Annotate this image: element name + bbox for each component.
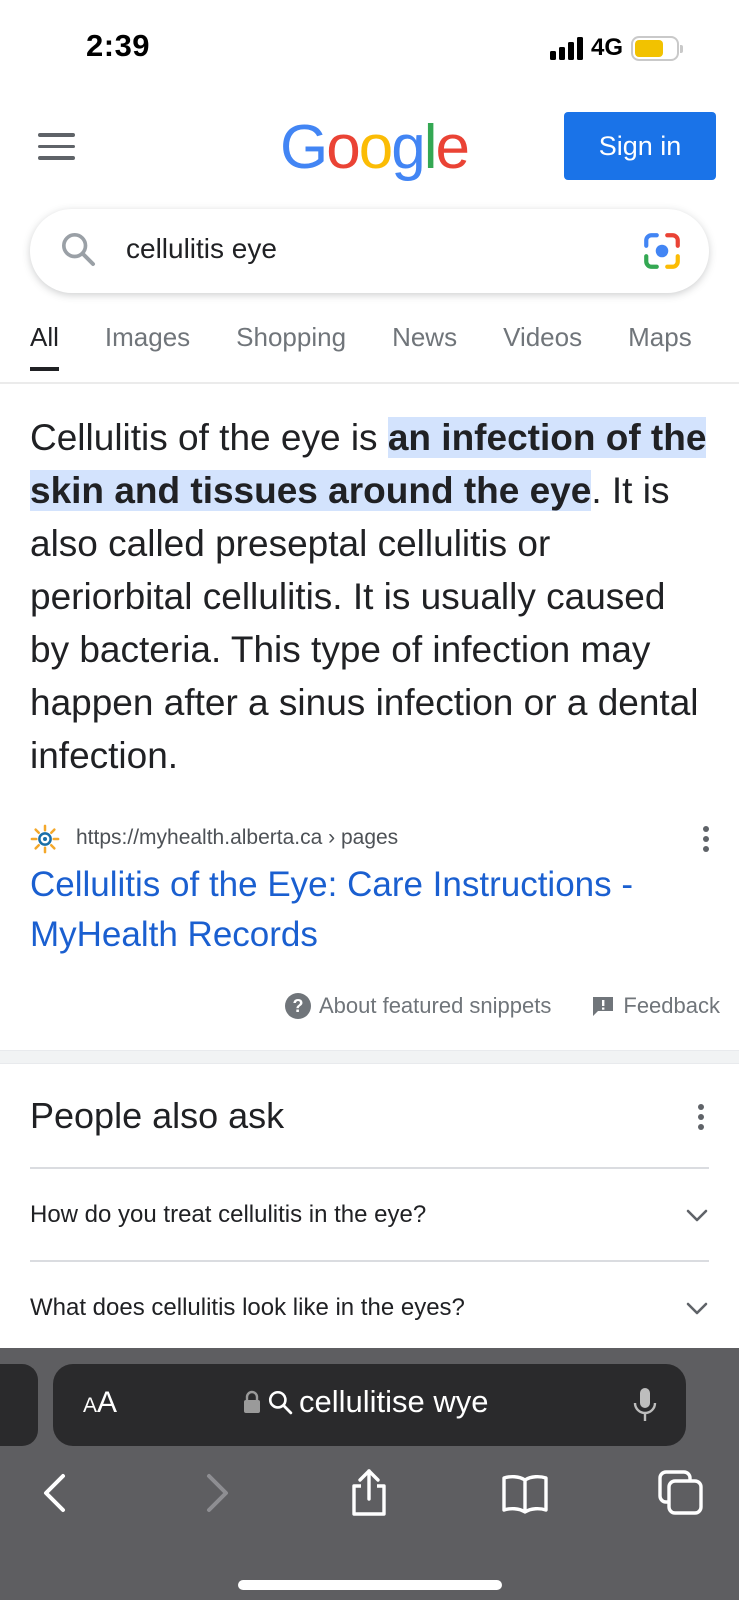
section-separator	[0, 1050, 739, 1064]
tabs-divider	[0, 382, 739, 384]
search-box[interactable]: cellulitis eye	[30, 209, 709, 293]
feedback-label: Feedback	[623, 993, 720, 1018]
paa-question[interactable]: What does cellulitis look like in the ey…	[30, 1260, 709, 1353]
tab-images[interactable]: Images	[105, 322, 190, 371]
aa-small-letter: A	[83, 1394, 98, 1417]
status-bar: 2:39 4G	[0, 0, 739, 96]
myhealth-favicon-icon	[30, 824, 60, 854]
logo-letter: e	[435, 113, 470, 182]
snippet-source[interactable]: https://myhealth.alberta.ca › pages	[30, 822, 710, 858]
status-time: 2:39	[86, 28, 151, 63]
status-indicators: 4G	[549, 34, 683, 62]
help-icon: ?	[284, 993, 311, 1019]
search-input[interactable]: cellulitis eye	[126, 233, 277, 265]
battery-icon	[631, 35, 683, 61]
paa-question-text: What does cellulitis look like in the ey…	[30, 1293, 465, 1321]
feedback-icon	[593, 997, 614, 1016]
safari-address-bar[interactable]: AA cellulitise wye	[53, 1364, 686, 1446]
tab-maps[interactable]: Maps	[628, 322, 692, 371]
reader-settings-button[interactable]: AA	[83, 1386, 117, 1420]
tabs-icon[interactable]	[656, 1468, 706, 1518]
magnifier-icon	[268, 1390, 293, 1415]
google-header: Google Sign in	[0, 108, 739, 184]
chevron-down-icon[interactable]	[685, 1296, 709, 1320]
logo-letter: G	[280, 113, 328, 182]
back-icon[interactable]	[32, 1468, 82, 1518]
logo-letter: o	[326, 113, 361, 182]
forward-icon[interactable]	[190, 1468, 240, 1518]
hamburger-menu-icon[interactable]	[38, 133, 75, 161]
google-lens-icon[interactable]	[641, 230, 683, 272]
snippet-text-before: Cellulitis of the eye is	[30, 417, 388, 458]
home-indicator	[238, 1580, 502, 1590]
share-icon[interactable]	[344, 1468, 394, 1518]
paa-question[interactable]: How do you treat cellulitis in the eye?	[30, 1167, 709, 1260]
about-featured-snippets-label: About featured snippets	[318, 993, 552, 1018]
tab-all[interactable]: All	[30, 322, 59, 371]
people-also-ask-title: People also ask	[30, 1095, 285, 1136]
people-also-ask-list: How do you treat cellulitis in the eye? W…	[30, 1167, 709, 1353]
signal-strength-icon	[549, 36, 583, 60]
tab-news[interactable]: News	[392, 322, 457, 371]
featured-snippet-text: Cellulitis of the eye is an infection of…	[30, 411, 710, 782]
safari-nav-row	[0, 1468, 739, 1528]
network-type: 4G	[590, 34, 623, 61]
bookmarks-icon[interactable]	[500, 1468, 550, 1518]
previous-tab-peek[interactable]	[0, 1364, 38, 1446]
search-icon[interactable]	[58, 229, 98, 269]
aa-big-letter: A	[97, 1386, 118, 1419]
logo-letter: o	[358, 113, 394, 182]
snippet-text-after: . It is also called preseptal cellulitis…	[30, 470, 699, 776]
safari-toolbar: AA cellulitise wye	[0, 1348, 739, 1600]
chevron-down-icon[interactable]	[685, 1203, 709, 1227]
sign-in-button[interactable]: Sign in	[564, 112, 716, 180]
address-field[interactable]: cellulitise wye	[243, 1384, 489, 1420]
logo-letter: g	[391, 113, 426, 182]
microphone-icon[interactable]	[632, 1386, 658, 1424]
battery-fill	[635, 39, 663, 57]
tab-shopping[interactable]: Shopping	[236, 322, 346, 371]
paa-question-text: How do you treat cellulitis in the eye?	[30, 1200, 427, 1228]
about-featured-snippets-link[interactable]: ? About featured snippets	[284, 993, 552, 1019]
result-title-link[interactable]: Cellulitis of the Eye: Care Instructions…	[30, 860, 720, 960]
paa-more-options-icon[interactable]	[691, 1102, 711, 1132]
tab-videos[interactable]: Videos	[503, 322, 582, 371]
address-text: cellulitise wye	[299, 1384, 489, 1419]
search-tabs: All Images Shopping News Videos Maps	[30, 322, 739, 371]
feedback-link[interactable]: Feedback	[591, 993, 720, 1019]
source-url[interactable]: https://myhealth.alberta.ca › pages	[76, 826, 398, 850]
lock-icon	[244, 1390, 260, 1413]
result-more-options-icon[interactable]	[696, 822, 716, 856]
google-logo[interactable]: Google	[280, 112, 470, 183]
logo-letter: l	[423, 113, 438, 182]
snippet-footer: ? About featured snippets Feedback	[250, 988, 720, 1024]
